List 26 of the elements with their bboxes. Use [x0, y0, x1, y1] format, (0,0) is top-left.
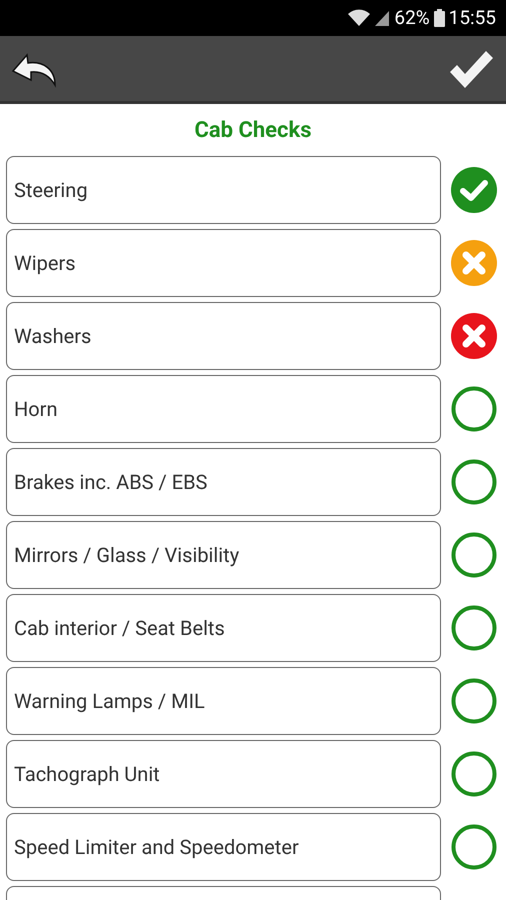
wifi-icon	[348, 9, 370, 27]
empty-circle-icon[interactable]	[450, 605, 496, 651]
check-item-row[interactable]: Steering	[6, 156, 441, 224]
check-item-row[interactable]: Tachograph Unit	[6, 740, 441, 808]
check-item-row[interactable]: Washers	[6, 302, 441, 370]
empty-circle-icon[interactable]	[450, 386, 496, 432]
check-item-row[interactable]: Speed Limiter and Speedometer	[6, 813, 441, 881]
empty-circle-icon[interactable]	[450, 751, 496, 797]
check-item-row[interactable]: Warning Lamps / MIL	[6, 667, 441, 735]
empty-circle-icon[interactable]	[450, 678, 496, 724]
signal-icon	[374, 10, 390, 26]
battery-icon	[434, 9, 445, 27]
check-item-row[interactable]: Wipers	[6, 229, 441, 297]
check-item-row[interactable]: Brakes inc. ABS / EBS	[6, 448, 441, 516]
empty-circle-icon[interactable]	[450, 532, 496, 578]
section-title: Cab Checks	[194, 116, 312, 144]
clock-time: 15:55	[448, 4, 496, 31]
empty-circle-icon[interactable]	[450, 824, 496, 870]
check-item-row[interactable]: Cab interior / Seat Belts	[6, 594, 441, 662]
cross-circle-icon[interactable]	[450, 313, 496, 359]
check-circle-icon[interactable]	[450, 167, 496, 213]
cross-circle-icon[interactable]	[450, 240, 496, 286]
check-item-row[interactable]: Horn	[6, 375, 441, 443]
empty-circle-icon[interactable]	[450, 459, 496, 505]
battery-percent: 62%	[394, 4, 430, 31]
check-item-row[interactable]: Mirrors / Glass / Visibility	[6, 521, 441, 589]
